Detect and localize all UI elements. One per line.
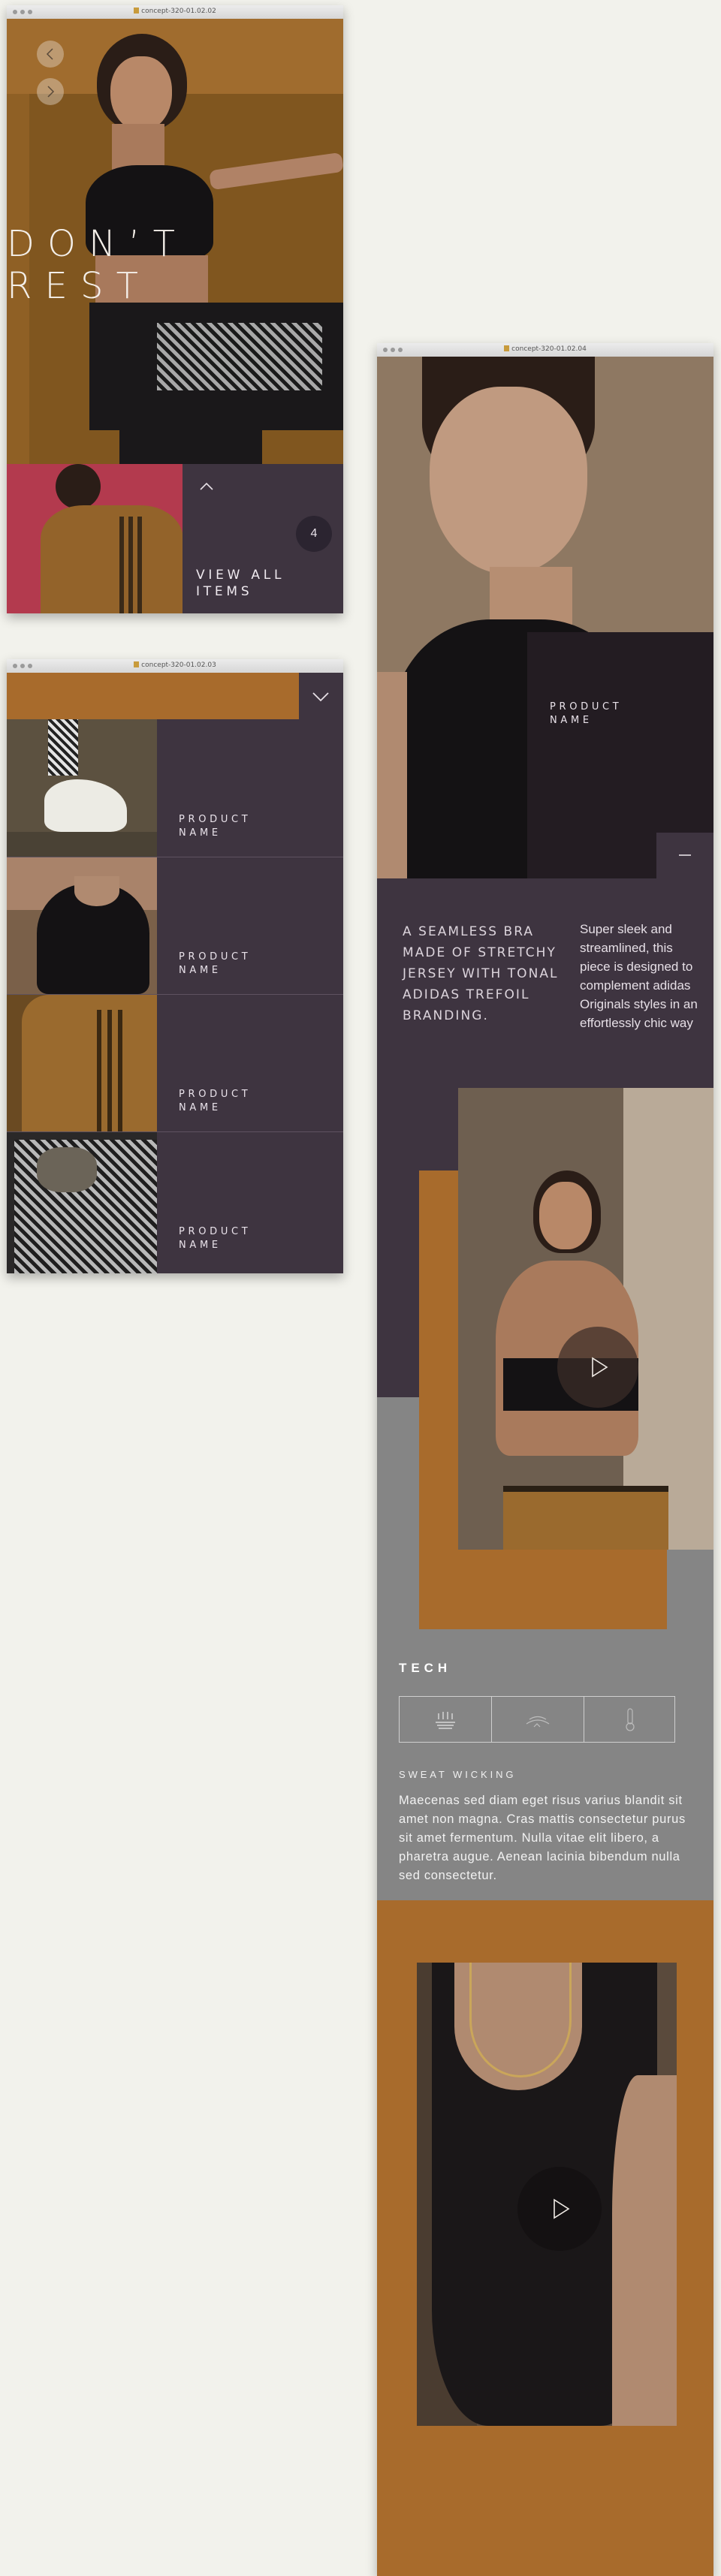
tech-title: TECH (399, 1661, 452, 1675)
play-icon (592, 1357, 608, 1378)
minus-icon (679, 854, 691, 856)
minimize-button[interactable] (656, 833, 713, 878)
product-headline: A SEAMLESS BRA MADE OF STRETCHY JERSEY W… (403, 924, 559, 1023)
product-name[interactable]: PRODUCT NAME (179, 813, 269, 840)
list-item[interactable]: PRODUCT NAME (7, 1132, 343, 1273)
tech-tab-breathable[interactable] (492, 1697, 584, 1742)
product-image (7, 995, 157, 1131)
collapse-button[interactable] (183, 464, 231, 508)
product-description-scroll[interactable]: Super sleek and streamlined, this piece … (580, 920, 700, 1083)
chevron-down-icon (312, 692, 329, 702)
headline-line-1: D O N ’ T (7, 223, 176, 265)
product-image (7, 857, 157, 994)
sweat-wicking-icon (436, 1712, 455, 1729)
tech-tab-sweat-wicking[interactable] (400, 1697, 492, 1742)
window-hero: concept-320-01.02.02 D O N ’ T R E S T 4… (7, 5, 343, 613)
tech-icon-tabs (399, 1696, 675, 1743)
view-all-items-link[interactable]: VIEW ALL ITEMS (196, 567, 309, 600)
chevron-left-icon (46, 48, 53, 60)
tech-tab-temperature[interactable] (584, 1697, 676, 1742)
product-name[interactable]: PRODUCT NAME (179, 1088, 269, 1115)
product-description: Super sleek and streamlined, this piece … (580, 922, 698, 1030)
feature-title: SWEAT WICKING (399, 1769, 517, 1780)
window-product-list: concept-320-01.02.03 PRODUCT NAME PRODUC… (7, 659, 343, 1273)
breathable-icon (526, 1716, 550, 1728)
item-count-badge: 4 (296, 516, 332, 552)
document-icon (134, 661, 140, 667)
play-icon (554, 2198, 570, 2219)
window-title: concept-320-01.02.02 (141, 8, 216, 15)
product-image (7, 719, 157, 857)
list-item[interactable]: PRODUCT NAME (7, 719, 343, 857)
list-item[interactable]: PRODUCT NAME (7, 857, 343, 995)
product-name[interactable]: PRODUCT NAME (179, 1225, 269, 1252)
hero-headline: D O N ’ T R E S T (7, 223, 176, 307)
headline-line-2: R E S T (7, 265, 139, 307)
temperature-icon (626, 1708, 635, 1731)
product-image (7, 1132, 157, 1273)
window-titlebar: concept-320-01.02.03 (7, 659, 343, 673)
document-icon (504, 345, 510, 351)
window-title: concept-320-01.02.04 (511, 345, 587, 353)
window-titlebar: concept-320-01.02.04 (377, 343, 713, 357)
feature-body: Maecenas sed diam eget risus varius blan… (399, 1794, 686, 1882)
product-name: PRODUCT NAME (550, 701, 623, 726)
expand-button[interactable] (299, 673, 343, 719)
product-name[interactable]: PRODUCT NAME (179, 951, 269, 978)
play-button[interactable] (557, 1327, 638, 1408)
window-title: concept-320-01.02.03 (141, 661, 216, 669)
thumbnail-image[interactable] (7, 464, 183, 613)
chevron-up-icon (200, 482, 213, 490)
chevron-right-icon (47, 86, 55, 98)
window-product-detail: concept-320-01.02.04 PRODUCT NAME A SEAM… (377, 343, 713, 2576)
next-button[interactable] (37, 78, 64, 105)
list-item[interactable]: PRODUCT NAME (7, 995, 343, 1132)
document-icon (134, 8, 140, 14)
prev-button[interactable] (37, 41, 64, 68)
window-titlebar: concept-320-01.02.02 (7, 5, 343, 20)
secondary-play-button[interactable] (517, 2167, 602, 2251)
list-header-band (7, 673, 343, 719)
video-thumbnail[interactable] (458, 1088, 713, 1550)
